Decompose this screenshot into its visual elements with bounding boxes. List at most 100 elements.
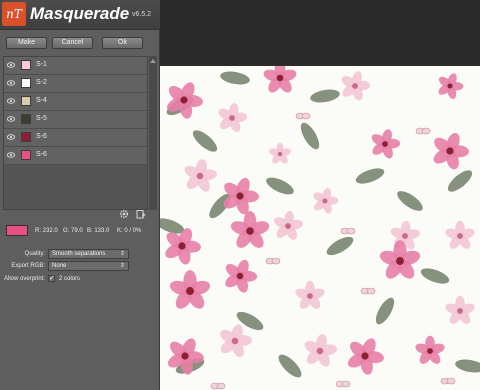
separation-swatch[interactable] bbox=[21, 60, 31, 70]
app-version: v6.5.2 bbox=[132, 11, 152, 18]
separation-name: S-6 bbox=[36, 133, 47, 140]
orchid-throat bbox=[276, 74, 284, 82]
separation-row[interactable]: S-2 bbox=[4, 75, 147, 93]
chevron-updown-icon: ⇕ bbox=[119, 251, 125, 257]
leaf-shape bbox=[326, 236, 354, 256]
leaf-shape bbox=[420, 268, 450, 284]
red-value: R: 232.0 bbox=[35, 228, 58, 234]
overprint-value: 2 colors bbox=[59, 276, 81, 282]
k-value: K: 0 / 0% bbox=[117, 228, 142, 234]
separation-row[interactable]: S-5 bbox=[4, 111, 147, 129]
leaf-shape bbox=[447, 170, 473, 192]
eye-icon[interactable] bbox=[7, 134, 15, 140]
butterfly-shape bbox=[346, 227, 356, 235]
allow-overprint-label: Allow overprint: bbox=[3, 276, 45, 282]
leaf-shape bbox=[220, 71, 250, 85]
gear-icon[interactable] bbox=[119, 209, 129, 219]
orchid-throat bbox=[361, 352, 369, 360]
separation-row[interactable]: S-6 bbox=[4, 129, 147, 147]
app-title: Masquerade bbox=[30, 4, 130, 23]
butterfly-shape bbox=[421, 127, 431, 135]
list-scrollbar[interactable] bbox=[149, 56, 157, 210]
allow-overprint-checkbox[interactable]: ✓ bbox=[48, 275, 55, 282]
eye-icon[interactable] bbox=[7, 80, 15, 86]
leaf-shape bbox=[192, 130, 218, 152]
new-separation-icon[interactable] bbox=[136, 209, 146, 219]
orchid-throat bbox=[277, 151, 283, 157]
orchid-throat bbox=[186, 287, 194, 295]
eye-icon[interactable] bbox=[7, 116, 15, 122]
orchid-throat bbox=[285, 223, 291, 229]
orchid-throat bbox=[316, 347, 324, 355]
separation-name: S-4 bbox=[36, 97, 47, 104]
orchid-throat bbox=[396, 257, 404, 265]
separation-name: S-1 bbox=[36, 61, 47, 68]
orchid-throat bbox=[246, 227, 254, 235]
separation-row[interactable]: S-4 bbox=[4, 93, 147, 111]
orchid-throat bbox=[180, 96, 188, 104]
orchid-throat bbox=[402, 233, 408, 239]
separation-swatch[interactable] bbox=[21, 78, 31, 88]
butterfly-shape bbox=[301, 112, 311, 120]
quality-select[interactable]: Smooth separations ⇕ bbox=[48, 249, 129, 259]
orchid-throat bbox=[457, 308, 463, 314]
separation-row[interactable]: S-1 bbox=[4, 57, 147, 75]
orchid-throat bbox=[322, 198, 328, 204]
eye-icon[interactable] bbox=[7, 62, 15, 68]
eye-icon[interactable] bbox=[7, 98, 15, 104]
panel-titlebar[interactable]: nT Masquerade v6.5.2 bbox=[0, 0, 160, 30]
separation-swatch[interactable] bbox=[21, 96, 31, 106]
separation-swatch[interactable] bbox=[21, 132, 31, 142]
separation-name: S-5 bbox=[36, 115, 47, 122]
orchid-throat bbox=[457, 233, 463, 239]
separation-list: S-1 S-2 S-4 S-5 S-6 S-6 bbox=[3, 56, 148, 210]
masquerade-panel: nT Masquerade v6.5.2 Make Cancel Ok S-1 … bbox=[0, 0, 160, 390]
blue-value: B: 133.0 bbox=[87, 228, 110, 234]
eye-icon[interactable] bbox=[7, 152, 15, 158]
nt-logo: nT bbox=[2, 2, 26, 26]
green-value: G: 79.0 bbox=[63, 228, 83, 234]
leaf-shape bbox=[397, 191, 423, 211]
butterfly-shape bbox=[366, 287, 376, 295]
leaf-shape bbox=[375, 297, 395, 325]
orchid-throat bbox=[427, 348, 433, 354]
orchid-throat bbox=[181, 352, 189, 360]
make-button[interactable]: Make bbox=[6, 37, 47, 49]
orchid-throat bbox=[229, 115, 235, 121]
butterfly-shape bbox=[446, 377, 456, 385]
list-empty-area bbox=[4, 165, 147, 209]
butterfly-shape bbox=[271, 257, 281, 265]
orchid-throat bbox=[178, 242, 186, 250]
leaf-shape bbox=[310, 89, 340, 103]
quality-value: Smooth separations bbox=[52, 251, 106, 257]
separation-swatch[interactable] bbox=[21, 150, 31, 160]
scroll-arrow-icon[interactable] bbox=[149, 58, 157, 64]
export-rgb-select[interactable]: None ⇕ bbox=[48, 261, 129, 271]
leaf-shape bbox=[266, 177, 294, 195]
orchid-throat bbox=[231, 337, 239, 345]
leaf-shape bbox=[455, 359, 480, 373]
orchid-throat bbox=[236, 272, 244, 280]
separation-name: S-6 bbox=[36, 151, 47, 158]
orchid-throat bbox=[196, 172, 204, 180]
host-toolbar-area bbox=[160, 0, 480, 66]
butterfly-shape bbox=[216, 382, 226, 390]
artwork-canvas[interactable] bbox=[160, 66, 480, 390]
separation-row[interactable]: S-6 bbox=[4, 147, 147, 165]
orchid-throat bbox=[307, 293, 313, 299]
leaf-shape bbox=[278, 354, 302, 378]
orchid-throat bbox=[382, 141, 388, 147]
floral-artwork bbox=[160, 66, 480, 390]
leaf-shape bbox=[300, 122, 320, 150]
orchid-throat bbox=[446, 147, 454, 155]
chevron-updown-icon: ⇕ bbox=[119, 263, 125, 269]
ok-button[interactable]: Ok bbox=[102, 37, 143, 49]
orchid-throat bbox=[447, 83, 453, 89]
selected-color-swatch[interactable] bbox=[6, 225, 28, 236]
separation-swatch[interactable] bbox=[21, 114, 31, 124]
cancel-button[interactable]: Cancel bbox=[52, 37, 93, 49]
quality-label: Quality: bbox=[24, 251, 45, 257]
export-rgb-label: Export RGB: bbox=[11, 263, 45, 269]
orchid-throat bbox=[236, 192, 244, 200]
export-rgb-value: None bbox=[52, 263, 67, 269]
